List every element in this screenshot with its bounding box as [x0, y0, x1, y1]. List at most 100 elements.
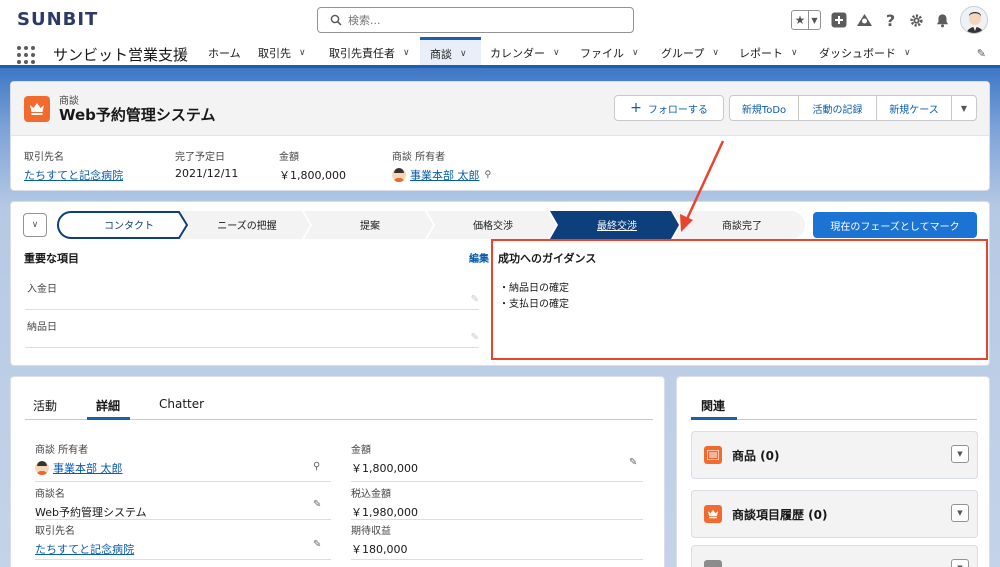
app-logo: SUNBIT: [17, 9, 99, 30]
highlight-close-date: 完了予定日 2021/12/11: [175, 152, 239, 180]
related-panel: 関連 商品 (0) ▼ 商談項目履歴 (0) ▼ ▼: [676, 376, 990, 567]
guidance-highlight-box: 成功へのガイダンス ・納品日の確定 ・支払日の確定: [491, 239, 988, 360]
tab-details[interactable]: 詳細: [96, 397, 120, 414]
navigation-bar: サンビット営業支援 ホーム 取引先 ∨ 取引先責任者 ∨ 商談 ∨ カレンダー ∨ ファ…: [0, 37, 1000, 68]
change-owner-icon[interactable]: ⚲: [485, 170, 492, 180]
active-tab-indicator: [87, 417, 130, 420]
key-field-payment-date[interactable]: 入金日 ✎: [25, 274, 479, 310]
highlight-amount: 金額 ￥1,800,000: [279, 152, 346, 182]
nav-item-calendar[interactable]: カレンダー ∨: [490, 40, 560, 65]
more-actions-button[interactable]: ▼: [951, 95, 977, 121]
guidance-item: ・支払日の確定: [499, 299, 569, 310]
related-list-files[interactable]: ▼: [691, 545, 978, 567]
chevron-down-icon[interactable]: ∨: [460, 49, 467, 59]
gear-icon[interactable]: [908, 12, 925, 29]
log-activity-button[interactable]: 活動の記録: [798, 95, 877, 121]
opportunity-crown-icon: [24, 96, 50, 122]
nav-item-opportunities[interactable]: 商談 ∨: [420, 37, 481, 65]
related-list-products[interactable]: 商品 (0) ▼: [691, 431, 978, 479]
pencil-icon[interactable]: ✎: [313, 539, 321, 550]
plus-icon: +: [630, 100, 642, 116]
path-stage-label: 提案: [360, 219, 380, 232]
change-owner-icon[interactable]: ⚲: [313, 461, 320, 472]
chevron-down-icon[interactable]: ∨: [791, 48, 798, 58]
new-case-button[interactable]: 新規ケース: [876, 95, 952, 121]
tab-activity[interactable]: 活動: [33, 397, 57, 414]
bell-icon[interactable]: [934, 12, 951, 29]
chevron-down-icon[interactable]: ∨: [299, 48, 306, 58]
guidance-item: ・納品日の確定: [499, 283, 569, 294]
chevron-down-icon[interactable]: ∨: [632, 48, 639, 58]
field-account-name: 取引先名 たちすてと記念病院: [35, 526, 135, 557]
search-input[interactable]: [348, 11, 628, 29]
record-header: 商談 Web予約管理システム + フォローする 新規ToDo 活動の記録 新規ケー…: [10, 81, 990, 191]
pencil-icon[interactable]: ✎: [471, 294, 479, 305]
nav-item-groups[interactable]: グループ ∨: [661, 40, 719, 65]
key-fields-title: 重要な項目: [24, 252, 79, 265]
chevron-down-icon[interactable]: ▼: [951, 445, 969, 463]
follow-button[interactable]: + フォローする: [614, 95, 724, 121]
owner-link[interactable]: 事業本部 太郎: [410, 167, 480, 183]
chevron-down-icon[interactable]: ∨: [712, 48, 719, 58]
new-todo-button[interactable]: 新規ToDo: [729, 95, 799, 121]
chevron-down-icon[interactable]: ∨: [904, 48, 911, 58]
account-link[interactable]: たちすてと記念病院: [35, 541, 134, 557]
star-icon[interactable]: ★: [792, 11, 808, 29]
highlight-owner: 商談 所有者 事業本部 太郎 ⚲: [392, 152, 492, 183]
path-stages: コンタクト ニーズの把握 提案 価格交渉 最終交渉 商談完了: [57, 211, 805, 239]
record-header-top: 商談 Web予約管理システム + フォローする 新規ToDo 活動の記録 新規ケー…: [11, 82, 989, 136]
path-stage-label: ニーズの把握: [217, 219, 277, 232]
mark-current-stage-button[interactable]: 現在のフェーズとしてマーク: [813, 212, 977, 238]
pencil-icon[interactable]: ✎: [629, 457, 637, 468]
highlight-account: 取引先名 たちすてと記念病院: [24, 152, 124, 183]
owner-avatar-icon: [392, 168, 406, 182]
tab-related[interactable]: 関連: [701, 397, 725, 414]
field-owner: 商談 所有者 事業本部 太郎: [35, 445, 123, 476]
nav-item-home[interactable]: ホーム: [208, 40, 241, 65]
account-link[interactable]: たちすてと記念病院: [24, 167, 123, 183]
related-list-title[interactable]: 商品 (0): [732, 447, 780, 464]
pencil-icon[interactable]: ✎: [471, 332, 479, 343]
related-list-history[interactable]: 商談項目履歴 (0) ▼: [691, 490, 978, 538]
nav-item-reports[interactable]: レポート ∨: [739, 40, 798, 65]
nav-item-files[interactable]: ファイル ∨: [580, 40, 639, 65]
detail-panel: 活動 詳細 Chatter 商談 所有者 事業本部 太郎 ⚲ 商談名 Web予約…: [10, 376, 665, 567]
global-header: SUNBIT ★ ▼ ?: [0, 0, 1000, 40]
header-utility-bar: ★ ▼ ?: [791, 5, 988, 35]
chevron-down-icon: ▼: [960, 103, 968, 113]
related-list-title[interactable]: 商談項目履歴 (0): [732, 506, 828, 523]
chevron-down-icon[interactable]: ▼: [951, 504, 969, 522]
app-launcher-icon[interactable]: [17, 46, 35, 64]
chevron-down-icon[interactable]: ▼: [951, 559, 969, 567]
path-stage-label: 価格交渉: [473, 219, 513, 232]
tab-chatter[interactable]: Chatter: [159, 397, 204, 411]
trailhead-icon[interactable]: [856, 12, 873, 29]
search-icon: [330, 14, 342, 26]
owner-link[interactable]: 事業本部 太郎: [53, 460, 123, 476]
field-amount: 金額 ￥1,800,000: [351, 445, 418, 475]
edit-key-fields-link[interactable]: 編集: [469, 250, 489, 265]
pencil-icon[interactable]: ✎: [313, 499, 321, 510]
field-opportunity-name: 商談名 Web予約管理システム: [35, 489, 147, 519]
edit-nav-pencil-icon[interactable]: ✎: [977, 47, 986, 60]
nav-item-dashboards[interactable]: ダッシュボード ∨: [819, 40, 911, 65]
nav-item-contacts[interactable]: 取引先責任者 ∨: [329, 40, 410, 65]
record-title: Web予約管理システム: [59, 106, 216, 124]
chevron-down-icon[interactable]: ▼: [808, 11, 820, 29]
nav-item-accounts[interactable]: 取引先 ∨: [258, 40, 306, 65]
path-stage-label: 商談完了: [722, 219, 762, 232]
global-search[interactable]: [317, 7, 634, 33]
key-field-delivery-date[interactable]: 納品日 ✎: [25, 312, 479, 348]
file-icon: [704, 560, 722, 567]
chevron-down-icon[interactable]: ∨: [403, 48, 410, 58]
path-stage-label: コンタクト: [104, 220, 154, 232]
global-actions-icon[interactable]: [830, 12, 847, 29]
favorites-group[interactable]: ★ ▼: [791, 10, 821, 30]
user-avatar[interactable]: [960, 6, 988, 34]
guidance-title: 成功へのガイダンス: [498, 252, 597, 265]
help-icon[interactable]: ?: [882, 11, 899, 30]
app-name: サンビット営業支援: [53, 46, 189, 64]
path-stage-label: 最終交渉: [597, 219, 637, 232]
path-toggle-chevron-icon[interactable]: ∨: [23, 213, 47, 237]
chevron-down-icon[interactable]: ∨: [553, 48, 560, 58]
